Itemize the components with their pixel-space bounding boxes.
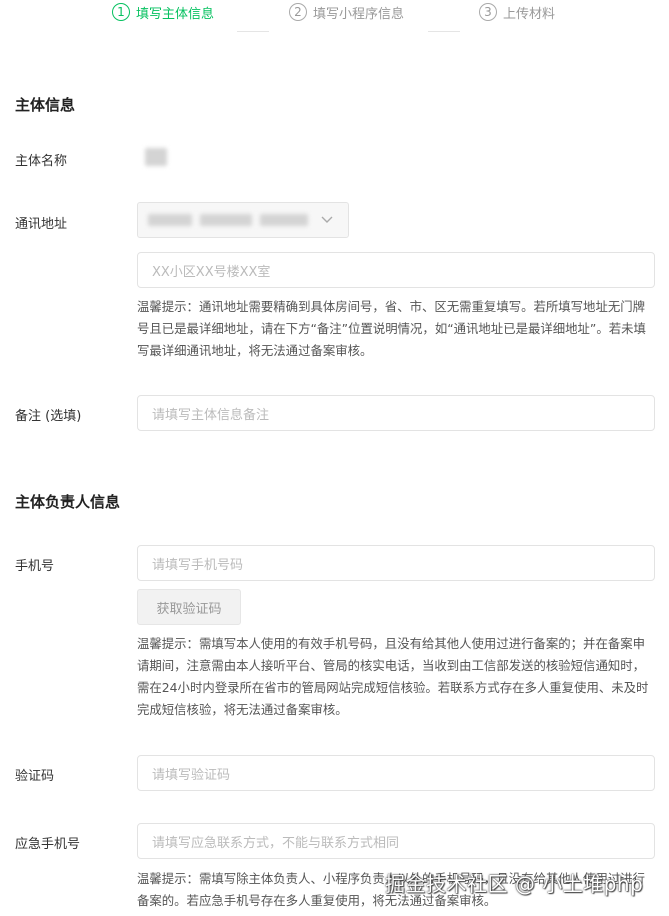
code-label: 验证码 [15, 769, 55, 784]
phone-input[interactable]: 请填写手机号码 [137, 545, 655, 581]
watermark: 掘金技术社区 @ 小土堆php [385, 872, 644, 896]
step-3-label: 上传材料 [503, 6, 556, 22]
city-redacted [200, 214, 252, 226]
address-detail-input[interactable]: XX小区XX号楼XX室 [137, 252, 655, 288]
get-code-button[interactable]: 获取验证码 [137, 589, 241, 625]
subject-name-value-redacted [145, 148, 167, 166]
step-3: 3 上传材料 [479, 0, 555, 24]
step-2-label: 填写小程序信息 [313, 6, 405, 22]
address-detail-placeholder: XX小区XX号楼XX室 [152, 264, 271, 280]
section-title-subject: 主体信息 [15, 96, 76, 114]
phone-tip: 温馨提示：需填写本人使用的有效手机号码，且没有给其他人使用过进行备案的；并在备案… [137, 636, 649, 717]
step-2-number: 2 [289, 3, 307, 21]
address-label: 通讯地址 [15, 217, 68, 232]
emergency-phone-placeholder: 请填写应急联系方式，不能与联系方式相同 [152, 835, 400, 851]
step-divider [428, 31, 460, 32]
step-1-label: 填写主体信息 [136, 6, 215, 22]
address-tip: 温馨提示：通讯地址需要精确到具体房间号，省、市、区无需重复填写。若所填写地址无门… [137, 299, 646, 358]
code-placeholder: 请填写验证码 [152, 767, 231, 783]
step-divider [237, 31, 269, 32]
district-redacted [260, 214, 308, 226]
step-3-number: 3 [479, 3, 497, 21]
subject-name-label: 主体名称 [15, 154, 68, 169]
remark-placeholder: 请填写主体信息备注 [152, 407, 270, 423]
chevron-down-icon [321, 216, 333, 223]
phone-placeholder: 请填写手机号码 [152, 557, 244, 573]
step-1-number: 1 [112, 3, 130, 21]
remark-label: 备注 (选填) [15, 409, 82, 424]
emergency-phone-input[interactable]: 请填写应急联系方式，不能与联系方式相同 [137, 823, 655, 859]
step-2: 2 填写小程序信息 [289, 0, 404, 24]
phone-label: 手机号 [15, 559, 55, 574]
remark-input[interactable]: 请填写主体信息备注 [137, 395, 655, 431]
code-input[interactable]: 请填写验证码 [137, 755, 655, 791]
emergency-phone-label: 应急手机号 [15, 837, 81, 852]
region-select[interactable] [137, 202, 349, 238]
step-1: 1 填写主体信息 [112, 0, 214, 24]
section-title-person: 主体负责人信息 [15, 493, 121, 511]
province-redacted [148, 214, 192, 226]
